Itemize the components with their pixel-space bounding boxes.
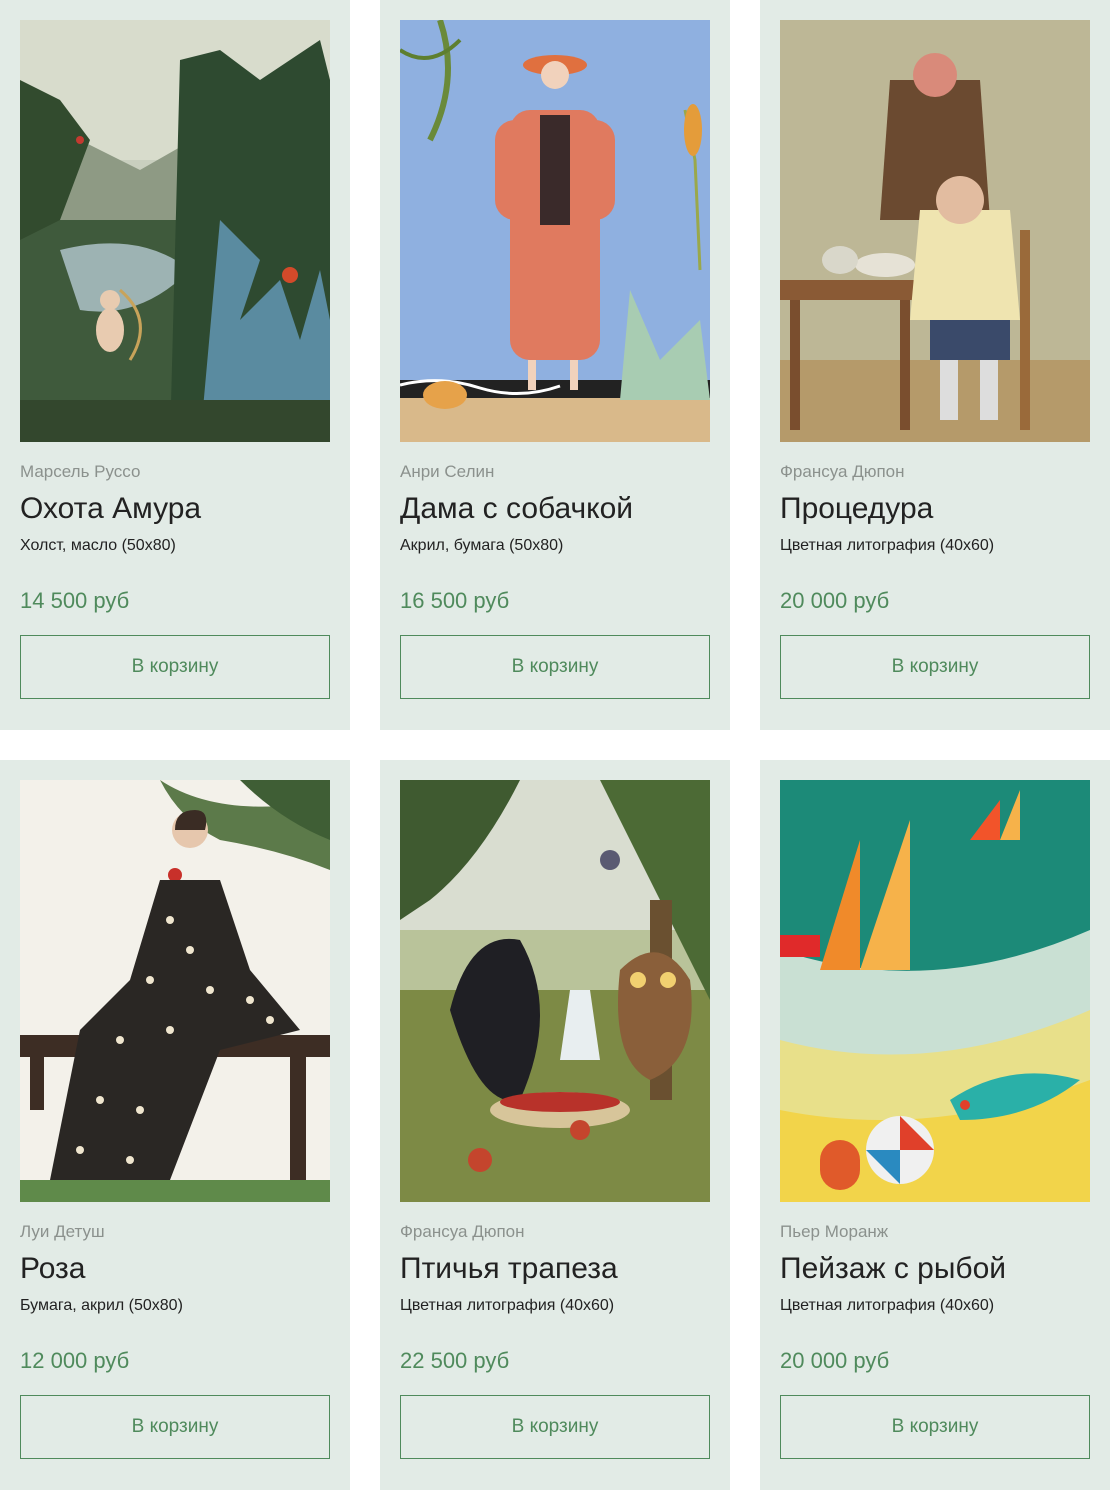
product-card: Луи Детуш Роза Бумага, акрил (50х80) 12 … bbox=[0, 760, 350, 1490]
product-title[interactable]: Пейзаж с рыбой bbox=[780, 1252, 1006, 1286]
artwork-image[interactable] bbox=[780, 20, 1090, 442]
product-title[interactable]: Дама с собачкой bbox=[400, 492, 633, 526]
product-grid: Марсель Руссо Охота Амура Холст, масло (… bbox=[0, 0, 1110, 1490]
add-to-cart-button[interactable]: В корзину bbox=[400, 635, 710, 699]
artwork-image[interactable] bbox=[20, 780, 330, 1202]
product-author: Пьер Моранж bbox=[780, 1222, 889, 1241]
birds-feast-lithograph bbox=[400, 780, 710, 1202]
product-medium: Цветная литография (40х60) bbox=[780, 1297, 995, 1314]
product-title[interactable]: Роза bbox=[20, 1252, 85, 1286]
product-title[interactable]: Птичья трапеза bbox=[400, 1252, 618, 1286]
artwork-image[interactable] bbox=[780, 780, 1090, 1202]
product-card: Пьер Моранж Пейзаж с рыбой Цветная литог… bbox=[760, 760, 1110, 1490]
product-author: Анри Селин bbox=[400, 462, 495, 481]
product-medium: Цветная литография (40х60) bbox=[400, 1297, 615, 1314]
add-to-cart-button[interactable]: В корзину bbox=[20, 1395, 330, 1459]
add-to-cart-button[interactable]: В корзину bbox=[780, 635, 1090, 699]
product-title[interactable]: Процедура bbox=[780, 492, 933, 526]
product-author: Марсель Руссо bbox=[20, 462, 141, 481]
add-to-cart-button[interactable]: В корзину bbox=[20, 635, 330, 699]
lady-in-coral-coat-with-dog bbox=[400, 20, 710, 442]
product-card: Франсуа Дюпон Процедура Цветная литограф… bbox=[760, 0, 1110, 730]
product-card: Франсуа Дюпон Птичья трапеза Цветная лит… bbox=[380, 760, 730, 1490]
woman-in-polka-dot-dress-with-rose bbox=[20, 780, 330, 1202]
product-card: Марсель Руссо Охота Амура Холст, масло (… bbox=[0, 0, 350, 730]
product-title[interactable]: Охота Амура bbox=[20, 492, 201, 526]
artwork-image[interactable] bbox=[400, 20, 710, 442]
product-price: 14 500 руб bbox=[20, 588, 130, 613]
abstract-sails-and-fish-poster bbox=[780, 780, 1090, 1202]
product-author: Франсуа Дюпон bbox=[400, 1222, 525, 1241]
product-author: Луи Детуш bbox=[20, 1222, 105, 1241]
add-to-cart-button[interactable]: В корзину bbox=[780, 1395, 1090, 1459]
product-medium: Акрил, бумага (50х80) bbox=[400, 537, 564, 554]
product-card: Анри Селин Дама с собачкой Акрил, бумага… bbox=[380, 0, 730, 730]
product-price: 22 500 руб bbox=[400, 1348, 510, 1373]
artwork-image[interactable] bbox=[20, 20, 330, 442]
product-price: 20 000 руб bbox=[780, 588, 890, 613]
product-price: 16 500 руб bbox=[400, 588, 510, 613]
product-author: Франсуа Дюпон bbox=[780, 462, 905, 481]
tropical-landscape-cupid-painting bbox=[20, 20, 330, 442]
barber-procedure-lithograph bbox=[780, 20, 1090, 442]
add-to-cart-button[interactable]: В корзину bbox=[400, 1395, 710, 1459]
product-medium: Холст, масло (50х80) bbox=[20, 537, 176, 554]
product-medium: Цветная литография (40х60) bbox=[780, 537, 995, 554]
product-price: 12 000 руб bbox=[20, 1348, 130, 1373]
product-price: 20 000 руб bbox=[780, 1348, 890, 1373]
artwork-image[interactable] bbox=[400, 780, 710, 1202]
product-medium: Бумага, акрил (50х80) bbox=[20, 1297, 183, 1314]
